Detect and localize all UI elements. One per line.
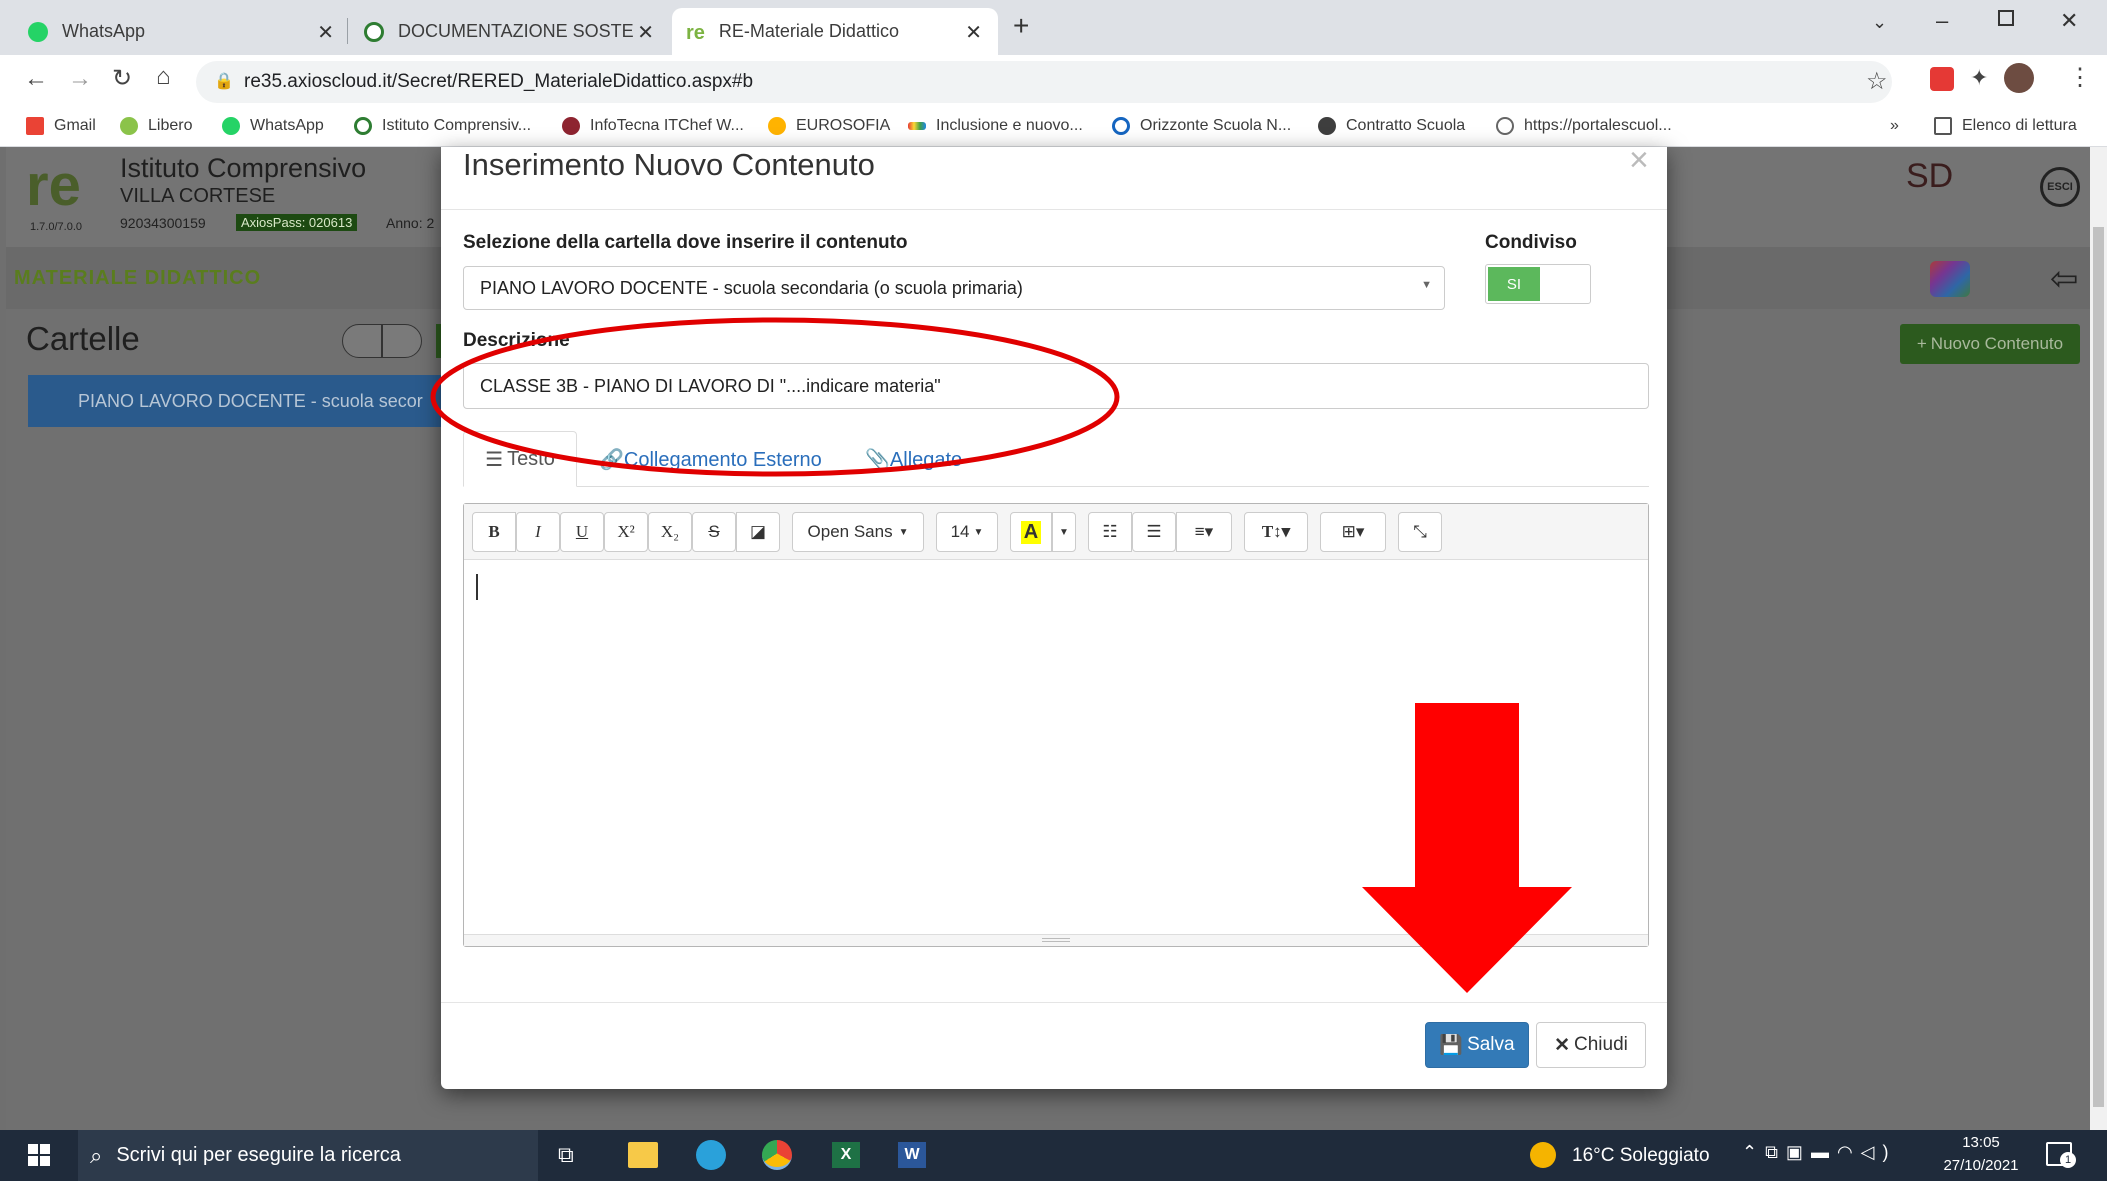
weather-text[interactable]: 16°C Soleggiato	[1572, 1145, 1710, 1167]
search-icon: ⌕	[90, 1142, 103, 1168]
word-icon[interactable]: W	[898, 1142, 926, 1168]
red-annotation-arrow	[1362, 703, 1572, 993]
annotation-layer	[430, 317, 1572, 993]
search-placeholder: Scrivi qui per eseguire la ricerca	[116, 1144, 401, 1166]
excel-icon[interactable]: X	[832, 1142, 860, 1168]
red-annotation-ellipse	[430, 317, 1120, 477]
task-view-icon[interactable]: ⧉	[558, 1142, 574, 1168]
telegram-icon[interactable]	[696, 1140, 726, 1170]
chrome-icon[interactable]	[762, 1140, 792, 1170]
taskbar-search-box[interactable]: ⌕ Scrivi qui per eseguire la ricerca	[78, 1130, 538, 1181]
clock-time: 13:05	[1962, 1134, 2000, 1151]
windows-taskbar: ⌕ Scrivi qui per eseguire la ricerca ⧉ X…	[0, 1130, 2107, 1181]
system-tray-icons[interactable]: ⌃⧉▣▬◠◁)	[1742, 1142, 1896, 1163]
notification-badge: 1	[2060, 1152, 2076, 1168]
clock-date: 27/10/2021	[1943, 1157, 2019, 1174]
notification-icon[interactable]: 1	[2046, 1142, 2076, 1168]
windows-start-icon[interactable]	[28, 1144, 50, 1166]
sun-icon	[1530, 1142, 1556, 1168]
file-explorer-icon[interactable]	[628, 1142, 658, 1168]
